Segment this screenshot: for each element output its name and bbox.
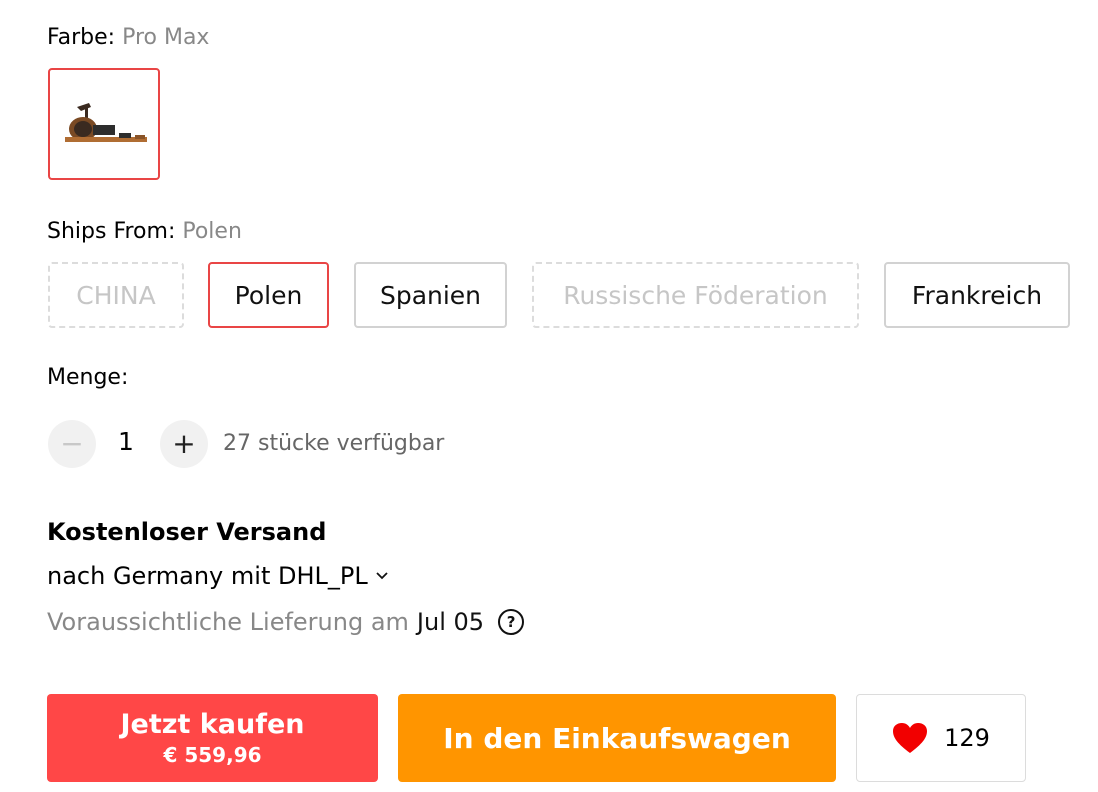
quantity-label: Menge: bbox=[47, 365, 129, 390]
shipping-destination-text: nach Germany mit DHL_PL bbox=[47, 562, 368, 590]
help-icon[interactable]: ? bbox=[498, 609, 525, 635]
buy-now-price: € 559,96 bbox=[163, 743, 262, 767]
buy-now-button[interactable]: Jetzt kaufen € 559,96 bbox=[47, 694, 378, 782]
quantity-increase-button[interactable]: + bbox=[160, 420, 208, 468]
ships-from-option-frankreich[interactable]: Frankreich bbox=[884, 262, 1070, 328]
ships-from-value: Polen bbox=[182, 219, 242, 244]
color-label-text: Farbe: bbox=[47, 25, 116, 50]
wishlist-count: 129 bbox=[944, 724, 990, 752]
ships-from-option-china: CHINA bbox=[48, 262, 184, 328]
color-swatch-pro-max[interactable] bbox=[48, 68, 160, 180]
wishlist-button[interactable]: 129 bbox=[856, 694, 1026, 782]
buy-now-label: Jetzt kaufen bbox=[120, 709, 305, 740]
add-to-cart-button[interactable]: In den Einkaufswagen bbox=[398, 694, 836, 782]
ships-from-label: Ships From: Polen bbox=[47, 218, 242, 246]
quantity-value[interactable]: 1 bbox=[112, 427, 140, 456]
ships-from-option-polen[interactable]: Polen bbox=[208, 262, 329, 328]
delivery-date: Jul 05 bbox=[416, 608, 485, 636]
shipping-destination-selector[interactable]: nach Germany mit DHL_PL bbox=[47, 562, 388, 590]
quantity-available: 27 stücke verfügbar bbox=[223, 431, 445, 456]
ships-from-label-text: Ships From: bbox=[47, 219, 176, 244]
shipping-title: Kostenloser Versand bbox=[47, 518, 327, 546]
heart-icon bbox=[893, 723, 928, 753]
ships-from-option-russland: Russische Föderation bbox=[532, 262, 859, 328]
color-label: Farbe: Pro Max bbox=[47, 24, 209, 52]
chevron-down-icon bbox=[376, 568, 388, 584]
delivery-label: Voraussichtliche Lieferung am bbox=[47, 608, 409, 636]
delivery-estimate: Voraussichtliche Lieferung am Jul 05 ? bbox=[47, 608, 525, 636]
color-value: Pro Max bbox=[122, 25, 210, 50]
quantity-decrease-button[interactable]: − bbox=[48, 420, 96, 468]
ships-from-option-spanien[interactable]: Spanien bbox=[354, 262, 507, 328]
rowing-machine-thumbnail bbox=[65, 103, 147, 142]
